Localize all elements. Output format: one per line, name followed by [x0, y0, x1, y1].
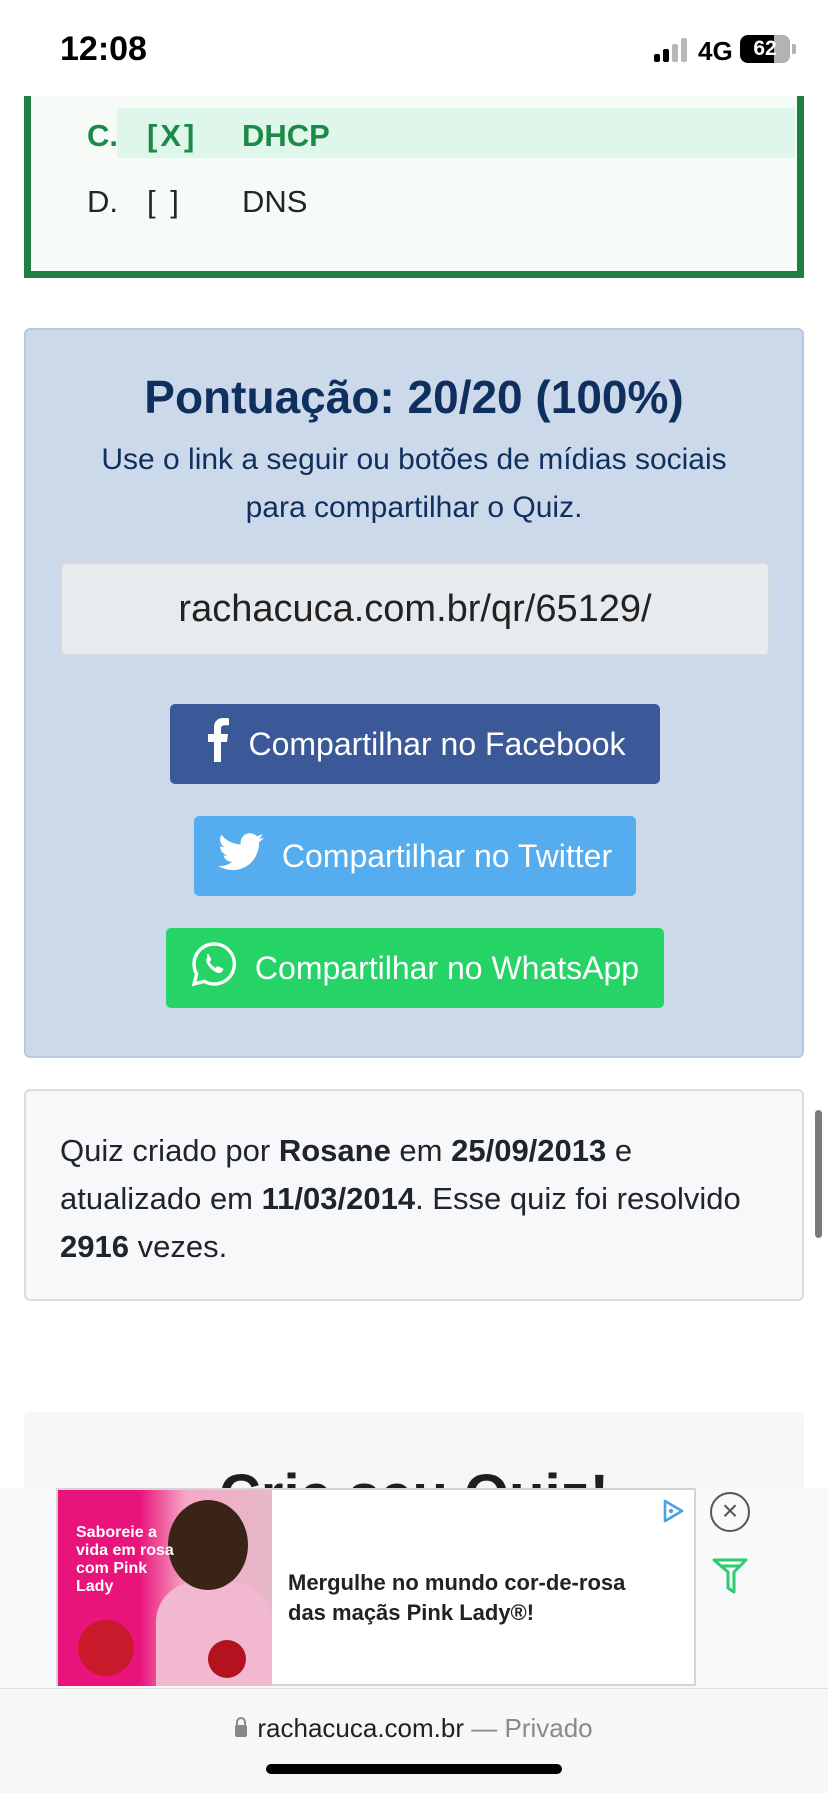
ad-network-logo-icon[interactable] — [712, 1556, 748, 1596]
info-text: vezes. — [128, 1229, 228, 1264]
browser-url-bar[interactable]: rachacuca.com.br — Privado — [0, 1688, 828, 1793]
share-facebook-button[interactable]: Compartilhar no Facebook — [170, 704, 660, 784]
status-bar: 12:08 4G 62 — [0, 0, 828, 96]
battery-tip — [792, 44, 796, 54]
whatsapp-icon — [191, 941, 237, 995]
answer-text: DNS — [242, 184, 308, 219]
browsing-mode: Privado — [504, 1713, 593, 1743]
facebook-icon — [204, 718, 230, 770]
info-text: em — [390, 1133, 452, 1168]
network-type: 4G — [698, 36, 733, 66]
quiz-author: Rosane — [278, 1133, 391, 1168]
solve-count: 2916 — [60, 1229, 129, 1264]
battery-level: 62 — [753, 37, 777, 60]
share-whatsapp-button[interactable]: Compartilhar no WhatsApp — [166, 928, 664, 1008]
home-indicator[interactable] — [266, 1764, 562, 1774]
cellular-signal-icon — [654, 38, 688, 62]
share-instructions: Use o link a seguir ou botões de mídias … — [101, 443, 727, 524]
adchoices-icon[interactable] — [660, 1498, 686, 1524]
lock-icon — [235, 1717, 248, 1737]
ad-headline[interactable]: Mergulhe no mundo cor-de-rosa das maçãs … — [288, 1568, 648, 1628]
url-separator: — — [464, 1713, 505, 1743]
answer-option-c: C. [X] DHCP — [87, 108, 795, 158]
url-display[interactable]: rachacuca.com.br — Privado — [0, 1713, 828, 1744]
status-time: 12:08 — [60, 30, 147, 68]
share-link-field[interactable]: rachacuca.com.br/qr/65129/ — [60, 562, 770, 656]
created-date: 25/09/2013 — [451, 1133, 607, 1168]
ad-image[interactable]: Saboreie a vida em rosa com Pink Lady — [58, 1490, 272, 1686]
info-text: Quiz criado por — [60, 1133, 279, 1168]
answer-checkbox: [ ] — [147, 184, 182, 219]
share-twitter-button[interactable]: Compartilhar no Twitter — [194, 816, 636, 896]
answer-option-d: D. [ ] DNS — [87, 174, 795, 224]
answer-text: DHCP — [242, 118, 330, 153]
quiz-info: Quiz criado por Rosane em 25/09/2013 e a… — [24, 1089, 804, 1301]
share-twitter-label: Compartilhar no Twitter — [281, 837, 613, 874]
question-card: C. [X] DHCP D. [ ] DNS — [24, 80, 804, 278]
share-facebook-label: Compartilhar no Facebook — [248, 725, 626, 762]
answer-letter: D. — [87, 184, 118, 219]
updated-date: 11/03/2014 — [261, 1181, 416, 1216]
answer-checkbox: [X] — [147, 118, 198, 153]
ad-banner[interactable]: Saboreie a vida em rosa com Pink Lady Me… — [56, 1488, 696, 1686]
twitter-bird-icon — [218, 833, 264, 879]
url-domain: rachacuca.com.br — [257, 1713, 465, 1743]
battery-icon: 62 — [740, 35, 790, 63]
score-panel: Pontuação: 20/20 (100%) Use o link a seg… — [24, 328, 804, 1058]
share-whatsapp-label: Compartilhar no WhatsApp — [254, 949, 640, 986]
score-title: Pontuação: 20/20 (100%) — [144, 371, 684, 423]
info-text: . Esse quiz foi resolvido — [415, 1181, 741, 1216]
ad-image-text: Saboreie a vida em rosa com Pink Lady — [76, 1524, 174, 1595]
close-ad-icon[interactable]: × — [710, 1492, 750, 1532]
page-scrollbar[interactable] — [815, 1110, 822, 1238]
answer-letter: C. — [87, 118, 118, 153]
